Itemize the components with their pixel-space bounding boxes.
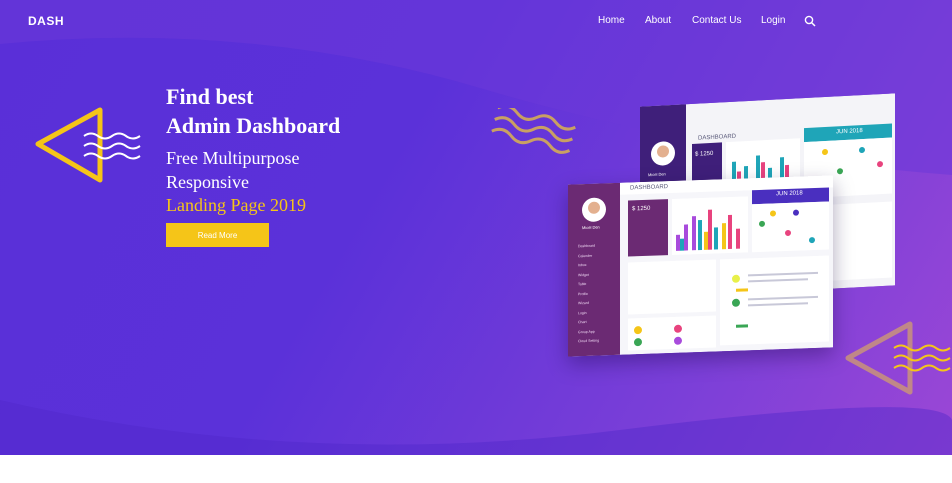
nav-link-contact-us[interactable]: Contact Us bbox=[692, 15, 741, 26]
front-sidebar-menu: Dashboard Calender Inbox Widget Table Pr… bbox=[578, 242, 599, 347]
top-navbar: DASH Home About Contact Us Login bbox=[0, 0, 952, 42]
hero-title-line-2: Admin Dashboard bbox=[166, 113, 341, 138]
brand-logo[interactable]: DASH bbox=[28, 14, 64, 28]
tan-wave-decoration bbox=[491, 108, 576, 154]
yellow-triangle-wave-decoration bbox=[35, 107, 141, 183]
read-more-button[interactable]: Read More bbox=[166, 223, 269, 247]
dashboard-mockup-front: DASHBOARD Micel Den $ 1250 JUN 2018 Dash… bbox=[568, 175, 833, 357]
hero-subtitle-line-3: Landing Page 2019 bbox=[166, 195, 306, 215]
front-calendar-month: JUN 2018 bbox=[776, 190, 803, 198]
search-icon[interactable] bbox=[804, 15, 816, 27]
back-stat-value: $ 1250 bbox=[695, 150, 714, 158]
nav-link-home[interactable]: Home bbox=[598, 15, 625, 26]
front-user-name: Micel Den bbox=[582, 224, 600, 231]
sidebar-item-cloud-setting[interactable]: Cloud Setting bbox=[578, 337, 599, 347]
dashboard-mockup-front-graphic bbox=[568, 175, 833, 357]
front-stat-value: $ 1250 bbox=[632, 205, 651, 213]
nav-link-about[interactable]: About bbox=[645, 15, 671, 26]
hero-subtitle-line-2: Responsive bbox=[166, 172, 249, 192]
hero-subtitle-line-1: Free Multipurpose bbox=[166, 148, 300, 168]
hero-section: DASH Home About Contact Us Login Find be… bbox=[0, 0, 952, 455]
back-user-name: Micel Den bbox=[648, 171, 666, 178]
nav-link-login[interactable]: Login bbox=[761, 15, 785, 26]
next-section-strip bbox=[0, 455, 952, 483]
hero-title-line-1: Find best bbox=[166, 84, 254, 109]
tan-triangle-wave-decoration bbox=[845, 321, 951, 395]
